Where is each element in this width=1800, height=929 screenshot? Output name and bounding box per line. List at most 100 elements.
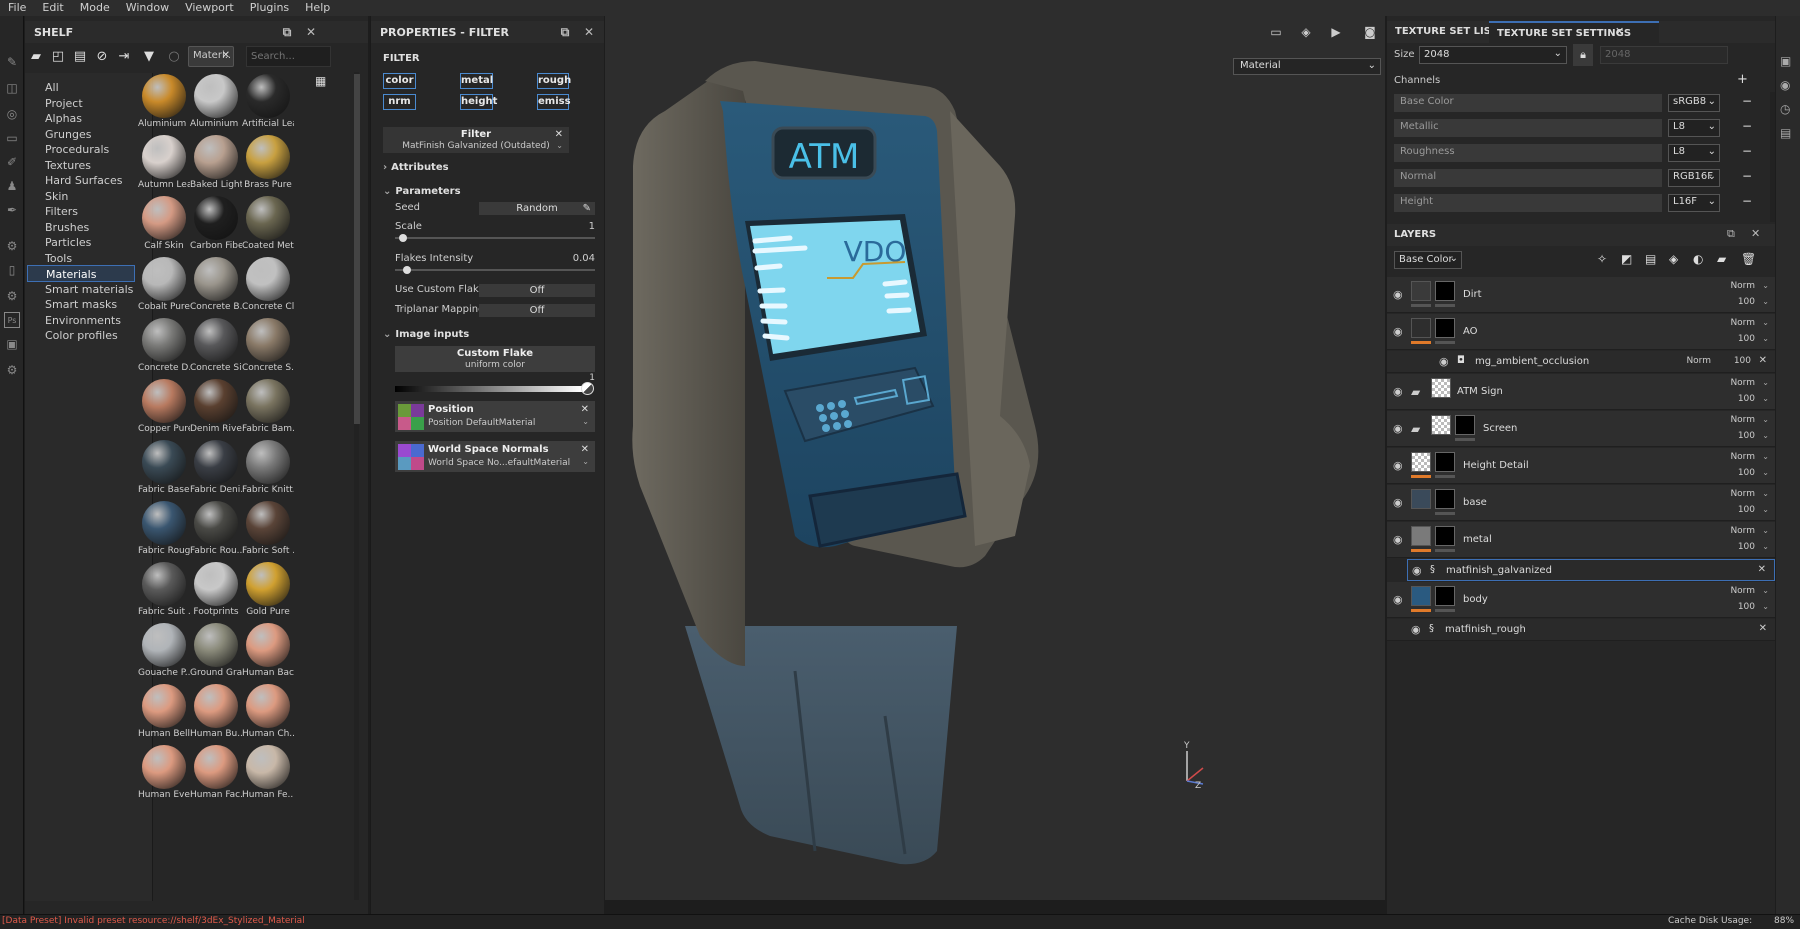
scale-slider-handle[interactable] [399,234,407,242]
channel-format-select[interactable]: L8 ⌄ [1668,144,1720,162]
layer-item[interactable]: ◉ ▰ Screen Norm ⌄ 100 ⌄ [1387,411,1775,447]
visibility-eye-icon[interactable]: ◉ [1393,593,1403,606]
opacity-value[interactable]: 100 [1738,431,1755,441]
layer-mask-thumbnail[interactable] [1455,415,1475,435]
close-icon[interactable]: ✕ [303,24,319,40]
chevron-down-icon[interactable]: ⌄ [1762,542,1769,551]
visibility-eye-icon[interactable]: ◉ [1411,623,1421,636]
world-space-normals-card[interactable]: World Space Normals World Space No...efa… [395,441,595,472]
wsn-card-close-icon[interactable]: ✕ [581,444,589,455]
new-folder-icon[interactable]: ◰ [49,48,67,64]
material-thumbnail[interactable]: Concrete Si... [190,316,248,386]
seed-random-button[interactable]: Random ✎ [479,202,595,215]
chip-close-icon[interactable]: ✕ [222,50,230,61]
chevron-down-icon[interactable]: ⌄ [1762,297,1769,306]
channel-name[interactable]: Height [1394,194,1662,212]
add-smart-material-icon[interactable]: ◐ [1693,252,1703,266]
material-thumbnail[interactable]: Footprints [190,560,248,630]
material-thumbnail[interactable]: Aluminium ... [190,72,248,142]
material-thumbnail[interactable]: Human Ch... [242,682,300,752]
material-thumbnail[interactable]: Denim Rivet [190,377,248,447]
smudge-icon[interactable]: ✐ [4,154,20,170]
tag-nrm[interactable]: nrm [383,94,416,110]
visibility-eye-icon[interactable]: ◉ [1393,496,1403,509]
menu-window[interactable]: Window [118,0,177,16]
visibility-eye-icon[interactable]: ◉ [1393,422,1403,435]
menu-plugins[interactable]: Plugins [242,0,297,16]
undock-icon[interactable]: ⧉ [557,24,573,40]
channel-format-select[interactable]: RGB16F ⌄ [1668,169,1720,187]
add-mask-icon[interactable]: ◩ [1621,252,1632,266]
material-thumbnail[interactable]: Fabric Rough [138,499,196,569]
material-thumbnail[interactable]: Carbon Fiber [190,194,248,264]
visibility-eye-icon[interactable]: ◉ [1393,459,1403,472]
layer-filter-item[interactable]: ◉ § matfinish_galvanized ✕ [1407,559,1775,581]
chevron-down-icon[interactable]: ⌄ [582,457,589,466]
chevron-down-icon[interactable]: ⌄ [1762,505,1769,514]
channel-name[interactable]: Roughness [1394,144,1662,162]
blend-mode[interactable]: Norm [1730,318,1755,328]
material-thumbnail[interactable]: Cobalt Pure [138,255,196,325]
photoshop-icon[interactable]: Ps [4,312,20,328]
layer-mask-thumbnail[interactable] [1435,526,1455,546]
opacity-value[interactable]: 100 [1738,542,1755,552]
undock-icon[interactable]: ⧉ [1727,227,1735,241]
menu-edit[interactable]: Edit [34,0,71,16]
blend-mode[interactable]: Norm [1730,526,1755,536]
scale-slider[interactable] [395,234,595,242]
category-item[interactable]: Smart masks [45,296,117,313]
material-thumbnail[interactable]: Fabric Rou... [190,499,248,569]
close-icon[interactable]: ✕ [1751,227,1760,240]
layer-item[interactable]: ◉ Dirt Norm ⌄ 100 ⌄ [1387,277,1775,313]
chevron-down-icon[interactable]: ⌄ [1762,334,1769,343]
blend-mode[interactable]: Norm [1730,489,1755,499]
3d-viewport[interactable]: ▭ ◈ ▶ ◙ Material ⌄ ATM VDO Y Z [605,16,1385,900]
layer-channel-select[interactable]: Base Color ⌄ [1394,251,1462,269]
triplanar-mapping-toggle[interactable]: Off [479,304,595,317]
channel-format-select[interactable]: sRGB8 ⌄ [1668,94,1720,112]
gradient-slider[interactable] [395,386,582,392]
import-icon[interactable]: ⇥ [115,48,133,64]
blend-mode[interactable]: Norm [1730,586,1755,596]
material-thumbnail[interactable]: Copper Pure [138,377,196,447]
flakes-intensity-slider[interactable] [395,266,595,274]
visibility-eye-icon[interactable]: ◉ [1393,533,1403,546]
remove-channel-icon[interactable]: − [1742,119,1752,133]
channel-name[interactable]: Base Color [1394,94,1662,112]
material-thumbnail[interactable]: Fabric Deni... [190,438,248,508]
chevron-down-icon[interactable]: ⌄ [1762,586,1769,595]
layer-generator-item[interactable]: ◉ ◘ mg_ambient_occlusion Norm 100 ✕ [1387,351,1775,373]
edit-icon[interactable]: ✎ [583,202,591,215]
material-thumbnail[interactable]: Concrete B... [190,255,248,325]
category-item[interactable]: Smart materials [45,281,133,298]
export-icon[interactable]: ▣ [4,336,20,352]
material-thumbnail[interactable]: Calf Skin [138,194,196,264]
remove-effect-icon[interactable]: ✕ [1759,623,1767,634]
refresh-icon[interactable]: ○ [165,48,183,64]
add-effect-icon[interactable]: ✧ [1597,252,1607,266]
category-item[interactable]: Skin [45,188,68,205]
remove-effect-icon[interactable]: ✕ [1758,564,1766,575]
remove-channel-icon[interactable]: − [1742,94,1752,108]
category-item[interactable]: Tools [45,250,72,267]
chevron-down-icon[interactable]: ⌄ [1762,489,1769,498]
layer-item[interactable]: ◉ ▰ ATM Sign Norm ⌄ 100 ⌄ [1387,374,1775,410]
layer-item[interactable]: ◉ AO Norm ⌄ 100 ⌄ [1387,314,1775,350]
clone-stamp-icon[interactable]: ♟ [4,178,20,194]
layer-mask-thumbnail[interactable] [1435,318,1455,338]
tag-metal[interactable]: metal [460,73,493,89]
channel-name[interactable]: Normal [1394,169,1662,187]
layer-mask-thumbnail[interactable] [1435,452,1455,472]
material-thumbnail[interactable]: Ground Gra... [190,621,248,691]
add-folder-icon[interactable]: ▰ [1717,252,1726,266]
category-item[interactable]: Textures [45,157,91,174]
category-item[interactable]: Hard Surfaces [45,172,122,189]
visibility-eye-icon[interactable]: ◉ [1439,355,1449,368]
chevron-down-icon[interactable]: ⌄ [1762,526,1769,535]
visibility-eye-icon[interactable]: ◉ [1393,385,1403,398]
chevron-down-icon[interactable]: ⌄ [1762,394,1769,403]
delete-icon[interactable]: ▯ [4,262,20,278]
visibility-eye-icon[interactable]: ◉ [1393,288,1403,301]
material-thumbnail[interactable]: Concrete D... [138,316,196,386]
chevron-down-icon[interactable]: ⌄ [1762,452,1769,461]
